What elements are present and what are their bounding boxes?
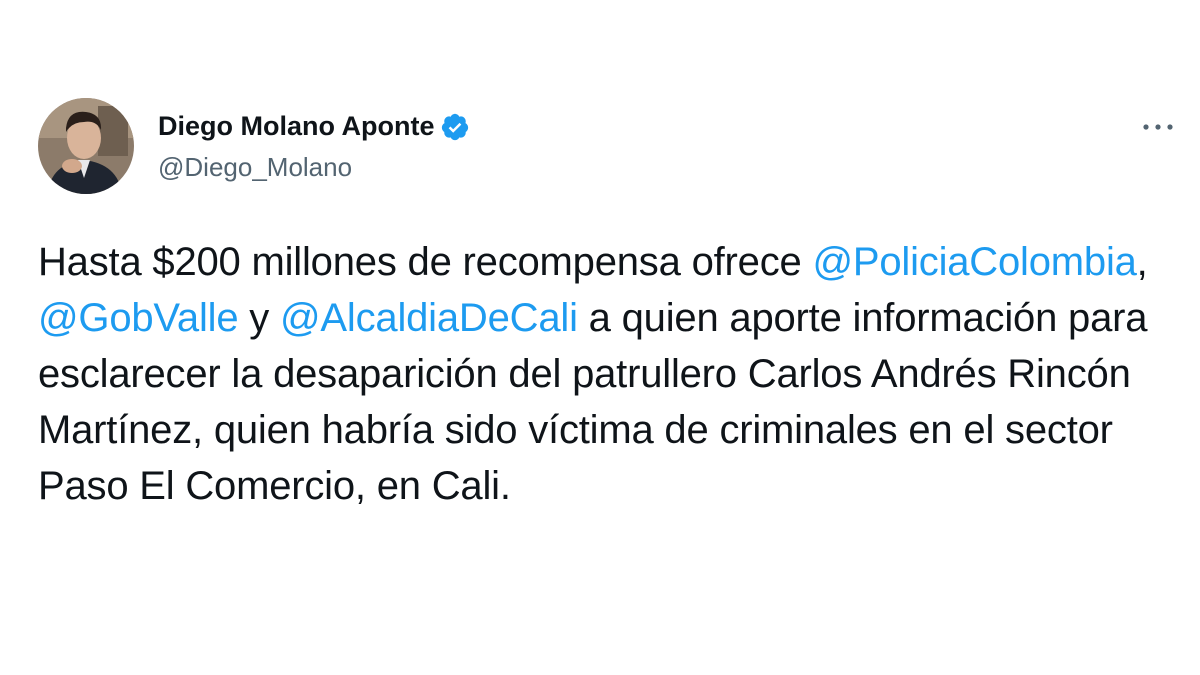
tweet-header: Diego Molano Aponte @Diego_Molano: [38, 98, 470, 194]
mention-policia-colombia[interactable]: @PoliciaColombia: [812, 240, 1136, 284]
tweet-text-segment: Hasta $200 millones de recompensa ofrece: [38, 240, 813, 284]
tweet-text-segment: y: [238, 296, 281, 340]
avatar-image: [38, 98, 134, 194]
author-identity: Diego Molano Aponte @Diego_Molano: [158, 110, 470, 183]
tweet-text: Hasta $200 millones de recompensa ofrece…: [38, 234, 1168, 514]
mention-gob-valle[interactable]: @GobValle: [38, 296, 239, 340]
author-avatar[interactable]: [38, 98, 134, 194]
author-name[interactable]: Diego Molano Aponte: [158, 111, 434, 142]
tweet-text-segment: ,: [1136, 240, 1148, 284]
more-options-button[interactable]: [1138, 112, 1178, 142]
verified-badge-icon: [440, 112, 470, 142]
author-handle[interactable]: @Diego_Molano: [158, 152, 470, 183]
tweet-card: Diego Molano Aponte @Diego_Molano Hasta …: [0, 0, 1200, 675]
more-options-icon: [1143, 124, 1173, 130]
mention-alcaldia-de-cali[interactable]: @AlcaldiaDeCali: [280, 296, 578, 340]
author-name-row: Diego Molano Aponte: [158, 110, 470, 144]
